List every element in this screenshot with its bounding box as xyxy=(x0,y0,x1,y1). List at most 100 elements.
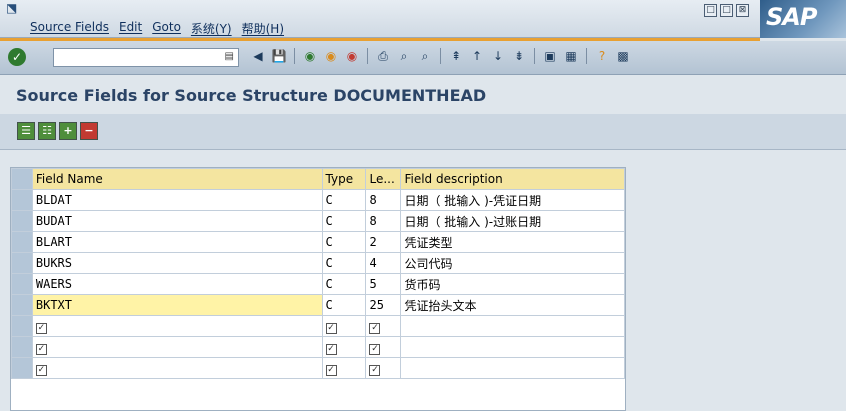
menu-bar: ⬔ Source Fields Edit Goto 系统(Y) 帮助(H) □ … xyxy=(0,0,846,38)
length-cell[interactable]: 2 xyxy=(365,231,402,253)
table-row: BUKRS C 4 公司代码 xyxy=(11,252,625,274)
exit-icon[interactable]: ◉ xyxy=(323,48,339,64)
shortcut-icon[interactable]: ▦ xyxy=(563,48,579,64)
maximize-icon[interactable]: □ xyxy=(720,4,733,17)
row-selector[interactable] xyxy=(11,315,33,337)
field-name-cell[interactable]: ✓ xyxy=(31,315,323,337)
field-name-cell[interactable]: BUKRS xyxy=(31,252,323,274)
close-icon[interactable]: ⊠ xyxy=(736,4,749,17)
command-field[interactable]: ▤ xyxy=(53,48,239,67)
description-cell[interactable]: 凭证类型 xyxy=(400,231,625,253)
header-length[interactable]: Le... xyxy=(365,168,402,190)
field-name-cell[interactable]: BUDAT xyxy=(31,210,323,232)
type-cell[interactable]: ✓ xyxy=(321,336,367,358)
cancel-icon[interactable]: ◉ xyxy=(344,48,360,64)
find-icon[interactable]: ⌕ xyxy=(396,48,412,64)
application-buttons: ☰ ☷ + − xyxy=(17,122,98,140)
row-selector[interactable] xyxy=(11,336,33,358)
row-selector[interactable] xyxy=(11,231,33,253)
length-cell[interactable]: ✓ xyxy=(365,336,402,358)
type-cell[interactable]: C xyxy=(321,189,367,211)
system-menu-icon[interactable]: ⬔ xyxy=(6,2,20,14)
field-name-cell[interactable]: ✓ xyxy=(31,336,323,358)
last-page-icon[interactable]: ⇟ xyxy=(511,48,527,64)
type-cell[interactable]: ✓ xyxy=(321,315,367,337)
length-cell[interactable]: ✓ xyxy=(365,357,402,379)
table-row: ✓ ✓ ✓ xyxy=(11,336,625,358)
source-fields-table: Field Name Type Le... Field description … xyxy=(10,167,626,411)
menu-edit[interactable]: Edit xyxy=(119,20,142,37)
select-all-icon[interactable]: ☰ xyxy=(17,122,35,140)
window-controls: □ □ ⊠ xyxy=(704,4,749,17)
length-cell[interactable]: 8 xyxy=(365,189,402,211)
insert-row-icon[interactable]: + xyxy=(59,122,77,140)
description-cell[interactable] xyxy=(400,336,625,358)
type-cell[interactable]: C xyxy=(321,294,367,316)
length-cell[interactable]: 8 xyxy=(365,210,402,232)
table-row: BKTXT C 25 凭证抬头文本 xyxy=(11,294,625,316)
menu-source-fields[interactable]: Source Fields xyxy=(30,20,109,37)
empty-entry-icon: ✓ xyxy=(35,322,47,334)
field-name-cell[interactable]: BKTXT xyxy=(31,294,323,316)
row-selector[interactable] xyxy=(11,189,33,211)
row-selector[interactable] xyxy=(11,252,33,274)
row-selector[interactable] xyxy=(11,294,33,316)
back-icon[interactable]: ◉ xyxy=(302,48,318,64)
description-cell[interactable] xyxy=(400,357,625,379)
length-cell[interactable]: ✓ xyxy=(365,315,402,337)
description-cell[interactable] xyxy=(400,315,625,337)
previous-page-icon[interactable]: ↑ xyxy=(469,48,485,64)
select-all-cell[interactable] xyxy=(11,168,33,190)
menu-system[interactable]: 系统(Y) xyxy=(191,20,232,37)
print-icon[interactable]: ⎙ xyxy=(375,48,391,64)
length-cell[interactable]: 4 xyxy=(365,252,402,274)
empty-entry-icon: ✓ xyxy=(325,322,337,334)
find-next-icon[interactable]: ⌕ xyxy=(417,48,433,64)
empty-entry-icon: ✓ xyxy=(369,364,381,376)
field-name-cell[interactable]: BLART xyxy=(31,231,323,253)
command-history-icon[interactable]: ▤ xyxy=(225,51,234,62)
type-cell[interactable]: C xyxy=(321,252,367,274)
row-selector[interactable] xyxy=(11,357,33,379)
table-row: WAERS C 5 货币码 xyxy=(11,273,625,295)
description-cell[interactable]: 日期（ 批输入 )-过账日期 xyxy=(400,210,625,232)
table-row: ✓ ✓ ✓ xyxy=(11,357,625,379)
description-cell[interactable]: 货币码 xyxy=(400,273,625,295)
type-cell[interactable]: C xyxy=(321,210,367,232)
layout-menu-icon[interactable]: ▩ xyxy=(615,48,631,64)
empty-entry-icon: ✓ xyxy=(325,364,337,376)
page-title: Source Fields for Source Structure DOCUM… xyxy=(16,86,487,105)
deselect-all-icon[interactable]: ☷ xyxy=(38,122,56,140)
header-field-description[interactable]: Field description xyxy=(400,168,625,190)
header-type[interactable]: Type xyxy=(321,168,367,190)
type-cell[interactable]: C xyxy=(321,273,367,295)
menu-goto[interactable]: Goto xyxy=(152,20,181,37)
separator xyxy=(294,48,295,64)
description-cell[interactable]: 公司代码 xyxy=(400,252,625,274)
header-field-name[interactable]: Field Name xyxy=(31,168,323,190)
length-cell[interactable]: 5 xyxy=(365,273,402,295)
description-cell[interactable]: 日期（ 批输入 )-凭证日期 xyxy=(400,189,625,211)
sap-logo: SAP xyxy=(760,0,846,38)
type-cell[interactable]: ✓ xyxy=(321,357,367,379)
field-name-cell[interactable]: BLDAT xyxy=(31,189,323,211)
field-name-cell[interactable]: ✓ xyxy=(31,357,323,379)
row-selector[interactable] xyxy=(11,210,33,232)
empty-entry-icon: ✓ xyxy=(35,343,47,355)
length-cell[interactable]: 25 xyxy=(365,294,402,316)
first-page-icon[interactable]: ⇞ xyxy=(448,48,464,64)
new-session-icon[interactable]: ▣ xyxy=(542,48,558,64)
field-name-cell[interactable]: WAERS xyxy=(31,273,323,295)
menu-help[interactable]: 帮助(H) xyxy=(242,20,284,37)
minimize-icon[interactable]: □ xyxy=(704,4,717,17)
standard-toolbar: ✓ ▤ ◀ 💾 ◉ ◉ ◉ ⎙ ⌕ ⌕ ⇞ ↑ ↓ ⇟ ▣ ▦ ? ▩ xyxy=(0,41,846,75)
help-icon[interactable]: ? xyxy=(594,48,610,64)
enter-check-icon[interactable]: ✓ xyxy=(8,48,26,66)
delete-row-icon[interactable]: − xyxy=(80,122,98,140)
type-cell[interactable]: C xyxy=(321,231,367,253)
description-cell[interactable]: 凭证抬头文本 xyxy=(400,294,625,316)
back-arrow-icon[interactable]: ◀ xyxy=(250,48,266,64)
next-page-icon[interactable]: ↓ xyxy=(490,48,506,64)
row-selector[interactable] xyxy=(11,273,33,295)
save-icon[interactable]: 💾 xyxy=(271,48,287,64)
